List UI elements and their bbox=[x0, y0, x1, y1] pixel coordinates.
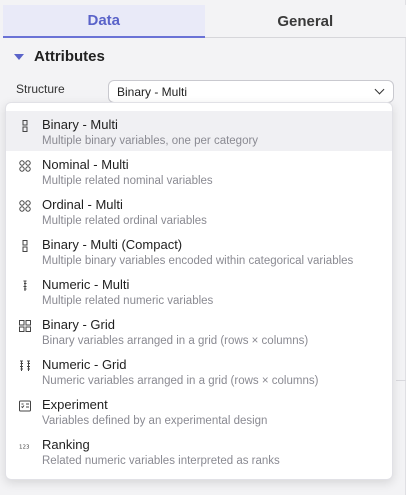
option-nominal-multi[interactable]: Nominal - Multi Multiple related nominal… bbox=[6, 151, 392, 191]
numeric-grid-icon bbox=[19, 360, 31, 372]
nominal-multi-icon bbox=[19, 160, 31, 172]
option-numeric-multi[interactable]: Numeric - Multi Multiple related numeric… bbox=[6, 271, 392, 311]
tab-data[interactable]: Data bbox=[3, 5, 205, 38]
option-title: Experiment bbox=[42, 397, 108, 412]
option-experiment[interactable]: Experiment Variables defined by an exper… bbox=[6, 391, 392, 431]
binary-grid-icon bbox=[19, 320, 31, 332]
binary-compact-icon bbox=[19, 240, 31, 252]
option-ordinal-multi[interactable]: Ordinal - Multi Multiple related ordinal… bbox=[6, 191, 392, 231]
option-numeric-grid[interactable]: Numeric - Grid Numeric variables arrange… bbox=[6, 351, 392, 391]
caret-down-icon bbox=[14, 53, 24, 60]
option-description: Numeric variables arranged in a grid (ro… bbox=[42, 375, 319, 387]
section-title: Attributes bbox=[34, 48, 105, 65]
divider bbox=[396, 380, 406, 381]
experiment-icon bbox=[19, 400, 31, 412]
option-description: Multiple binary variables, one per categ… bbox=[42, 135, 259, 147]
option-title: Ranking bbox=[42, 437, 90, 452]
option-description: Binary variables arranged in a grid (row… bbox=[42, 335, 309, 347]
option-title: Binary - Grid bbox=[42, 317, 115, 332]
structure-select-value: Binary - Multi bbox=[117, 84, 188, 99]
option-binary-multi[interactable]: Binary - Multi Multiple binary variables… bbox=[6, 111, 392, 151]
option-ranking[interactable]: 123 Ranking Related numeric variables in… bbox=[6, 431, 392, 471]
option-description: Multiple binary variables encoded within… bbox=[42, 255, 354, 267]
structure-dropdown-menu: Binary - Multi Multiple binary variables… bbox=[5, 102, 393, 480]
chevron-down-icon bbox=[374, 84, 385, 95]
tab-general[interactable]: General bbox=[204, 5, 406, 38]
structure-select[interactable]: Binary - Multi bbox=[108, 80, 394, 103]
option-binary-grid[interactable]: Binary - Grid Binary variables arranged … bbox=[6, 311, 392, 351]
option-description: Multiple related numeric variables bbox=[42, 295, 214, 307]
option-description: Multiple related ordinal variables bbox=[42, 215, 207, 227]
numeric-multi-icon bbox=[19, 280, 31, 292]
binary-multi-icon bbox=[19, 120, 31, 132]
option-title: Numeric - Grid bbox=[42, 357, 127, 372]
option-title: Binary - Multi bbox=[42, 117, 118, 132]
tab-bar: Data General bbox=[3, 5, 406, 38]
ranking-icon: 123 bbox=[19, 440, 31, 452]
option-description: Variables defined by an experimental des… bbox=[42, 415, 268, 427]
option-title: Ordinal - Multi bbox=[42, 197, 123, 212]
ordinal-multi-icon bbox=[19, 200, 31, 212]
option-binary-multi-compact[interactable]: Binary - Multi (Compact) Multiple binary… bbox=[6, 231, 392, 271]
attributes-section-header[interactable]: Attributes bbox=[14, 48, 105, 65]
option-title: Nominal - Multi bbox=[42, 157, 129, 172]
option-description: Multiple related nominal variables bbox=[42, 175, 213, 187]
svg-text:123: 123 bbox=[19, 445, 30, 451]
option-title: Numeric - Multi bbox=[42, 277, 130, 292]
structure-label: Structure bbox=[16, 82, 65, 96]
option-title: Binary - Multi (Compact) bbox=[42, 237, 183, 252]
option-description: Related numeric variables interpreted as… bbox=[42, 455, 280, 467]
